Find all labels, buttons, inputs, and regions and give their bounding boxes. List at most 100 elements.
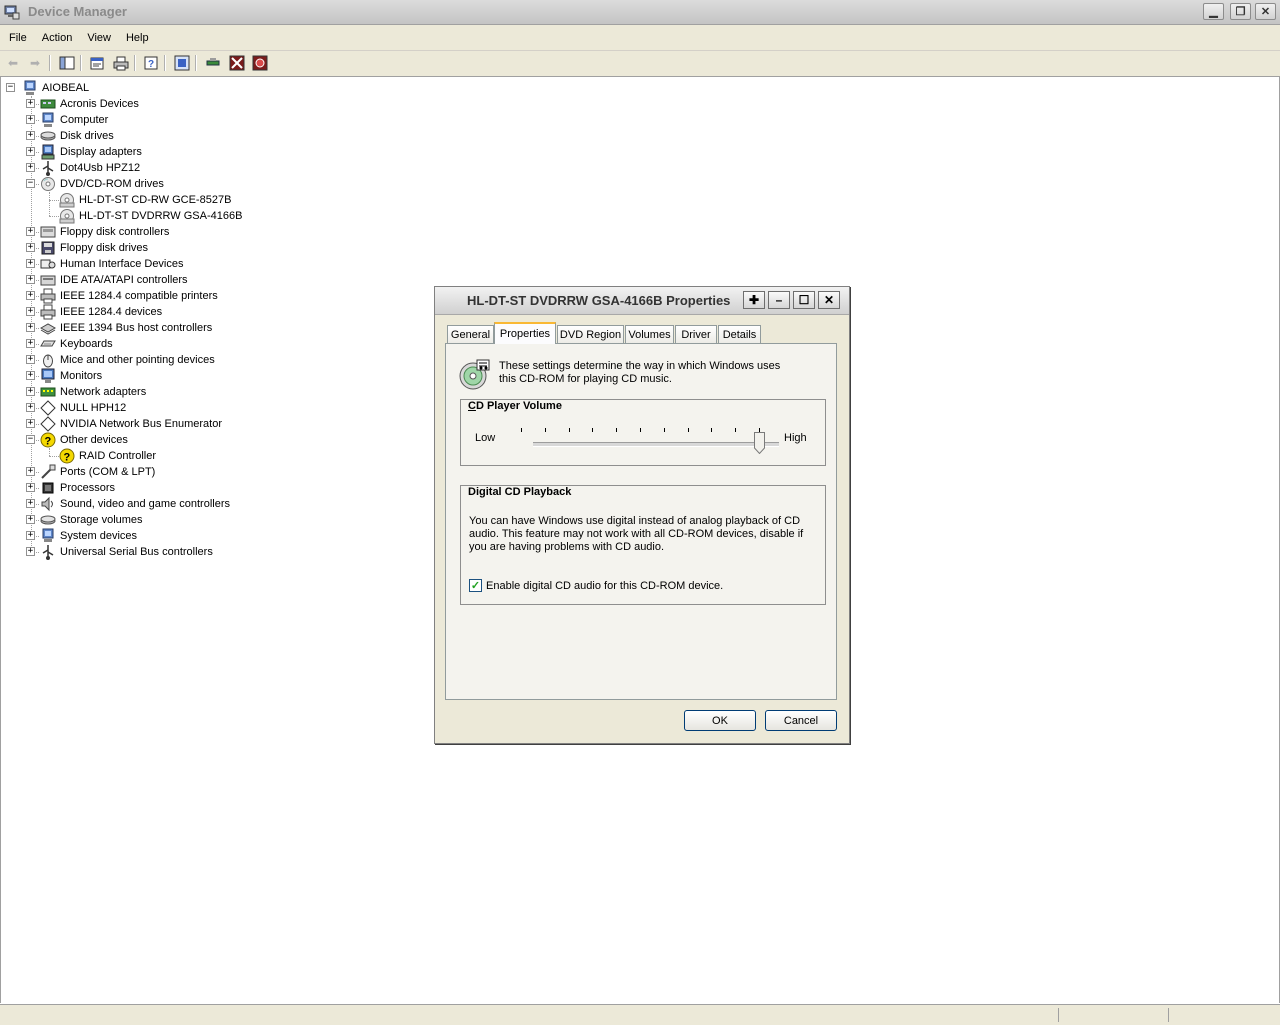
forward-arrow-icon[interactable]: ➡: [26, 54, 44, 72]
menu-help[interactable]: Help: [120, 30, 155, 46]
tab-properties[interactable]: Properties: [494, 322, 556, 344]
tab-general[interactable]: General: [447, 325, 494, 343]
tree-category[interactable]: ? Other devices: [40, 432, 129, 448]
cancel-button[interactable]: Cancel: [765, 710, 837, 731]
category-expander[interactable]: +: [26, 371, 35, 380]
root-expander[interactable]: −: [6, 83, 15, 92]
menu-file[interactable]: File: [3, 30, 33, 46]
tree-device[interactable]: HL-DT-ST CD-RW GCE-8527B: [59, 192, 232, 208]
tab-dvd-region[interactable]: DVD Region: [557, 325, 624, 343]
tree-category[interactable]: Storage volumes: [40, 512, 144, 528]
category-expander[interactable]: +: [26, 499, 35, 508]
tree-category[interactable]: Computer: [40, 112, 109, 128]
uninstall-device-icon[interactable]: [251, 54, 269, 72]
tree-category[interactable]: Mice and other pointing devices: [40, 352, 216, 368]
tree-category[interactable]: Acronis Devices: [40, 96, 140, 112]
category-expander[interactable]: +: [26, 387, 35, 396]
pin-icon[interactable]: ✚: [743, 291, 765, 309]
tree-category[interactable]: Keyboards: [40, 336, 114, 352]
scan-hardware-icon[interactable]: [173, 54, 191, 72]
category-expander[interactable]: +: [26, 339, 35, 348]
category-expander[interactable]: +: [26, 323, 35, 332]
volume-low-label: Low: [475, 432, 496, 444]
tree-category[interactable]: Disk drives: [40, 128, 115, 144]
volume-slider-track[interactable]: [533, 442, 779, 447]
menu-action[interactable]: Action: [36, 30, 79, 46]
usb-icon: [40, 544, 56, 560]
tree-category[interactable]: NVIDIA Network Bus Enumerator: [40, 416, 223, 432]
category-expander[interactable]: +: [26, 163, 35, 172]
tree-category[interactable]: Floppy disk controllers: [40, 224, 170, 240]
dialog-close-button[interactable]: ✕: [818, 291, 840, 309]
category-expander[interactable]: +: [26, 547, 35, 556]
category-expander[interactable]: +: [26, 307, 35, 316]
tree-category[interactable]: IDE ATA/ATAPI controllers: [40, 272, 189, 288]
tree-category-label: Computer: [60, 114, 109, 126]
tree-root[interactable]: AIOBEAL: [22, 80, 90, 96]
category-expander[interactable]: −: [26, 435, 35, 444]
disable-device-icon[interactable]: [228, 54, 246, 72]
show-hide-console-tree-icon[interactable]: [58, 54, 76, 72]
category-expander[interactable]: +: [26, 131, 35, 140]
tree-category[interactable]: System devices: [40, 528, 138, 544]
update-driver-icon[interactable]: [204, 54, 222, 72]
tree-category-label: IEEE 1284.4 compatible printers: [60, 290, 218, 302]
tab-driver[interactable]: Driver: [675, 325, 717, 343]
monitor-icon: [40, 368, 56, 384]
category-expander[interactable]: +: [26, 243, 35, 252]
category-expander[interactable]: +: [26, 275, 35, 284]
minimize-button[interactable]: ▁: [1203, 3, 1224, 20]
tree-category[interactable]: Ports (COM & LPT): [40, 464, 156, 480]
tree-category[interactable]: DVD/CD-ROM drives: [40, 176, 165, 192]
category-expander[interactable]: +: [26, 355, 35, 364]
printer-icon: [40, 288, 56, 304]
digital-audio-checkbox[interactable]: ✓: [469, 579, 482, 592]
tree-category[interactable]: IEEE 1394 Bus host controllers: [40, 320, 213, 336]
dialog-maximize-button[interactable]: ☐: [793, 291, 815, 309]
tab-volumes[interactable]: Volumes: [625, 325, 674, 343]
volume-slider-thumb[interactable]: [754, 432, 765, 455]
tree-device[interactable]: HL-DT-ST DVDRRW GSA-4166B: [59, 208, 243, 224]
category-expander[interactable]: −: [26, 179, 35, 188]
category-expander[interactable]: +: [26, 483, 35, 492]
tree-category[interactable]: Monitors: [40, 368, 103, 384]
tree-category[interactable]: Dot4Usb HPZ12: [40, 160, 141, 176]
tree-category-label: NVIDIA Network Bus Enumerator: [60, 418, 223, 430]
category-expander[interactable]: +: [26, 99, 35, 108]
tree-category-label: Storage volumes: [60, 514, 143, 526]
volume-tick: [592, 428, 594, 432]
restore-button[interactable]: ❐: [1230, 3, 1251, 20]
print-icon[interactable]: [112, 54, 130, 72]
tree-category[interactable]: Universal Serial Bus controllers: [40, 544, 214, 560]
category-expander[interactable]: +: [26, 147, 35, 156]
digital-audio-checkbox-label[interactable]: Enable digital CD audio for this CD-ROM …: [486, 580, 723, 592]
back-arrow-icon[interactable]: ⬅: [4, 54, 22, 72]
tree-device[interactable]: ? RAID Controller: [59, 448, 157, 464]
tab-details[interactable]: Details: [718, 325, 761, 343]
tree-category[interactable]: Sound, video and game controllers: [40, 496, 231, 512]
help-icon[interactable]: ?: [142, 54, 160, 72]
tree-category[interactable]: Processors: [40, 480, 116, 496]
properties-icon[interactable]: [88, 54, 106, 72]
tree-category[interactable]: Network adapters: [40, 384, 147, 400]
menu-view[interactable]: View: [81, 30, 117, 46]
category-expander[interactable]: +: [26, 291, 35, 300]
dialog-minimize-button[interactable]: –: [768, 291, 790, 309]
tree-category[interactable]: Floppy disk drives: [40, 240, 149, 256]
category-expander[interactable]: +: [26, 467, 35, 476]
category-expander[interactable]: +: [26, 403, 35, 412]
category-expander[interactable]: +: [26, 515, 35, 524]
tree-category[interactable]: IEEE 1284.4 compatible printers: [40, 288, 219, 304]
category-expander[interactable]: +: [26, 259, 35, 268]
tree-category[interactable]: Display adapters: [40, 144, 143, 160]
tree-category-label: Human Interface Devices: [60, 258, 184, 270]
category-expander[interactable]: +: [26, 115, 35, 124]
category-expander[interactable]: +: [26, 531, 35, 540]
category-expander[interactable]: +: [26, 419, 35, 428]
tree-category[interactable]: IEEE 1284.4 devices: [40, 304, 163, 320]
category-expander[interactable]: +: [26, 227, 35, 236]
tree-category[interactable]: NULL HPH12: [40, 400, 127, 416]
tree-category[interactable]: Human Interface Devices: [40, 256, 185, 272]
ok-button[interactable]: OK: [684, 710, 756, 731]
close-button[interactable]: ✕: [1255, 3, 1276, 20]
